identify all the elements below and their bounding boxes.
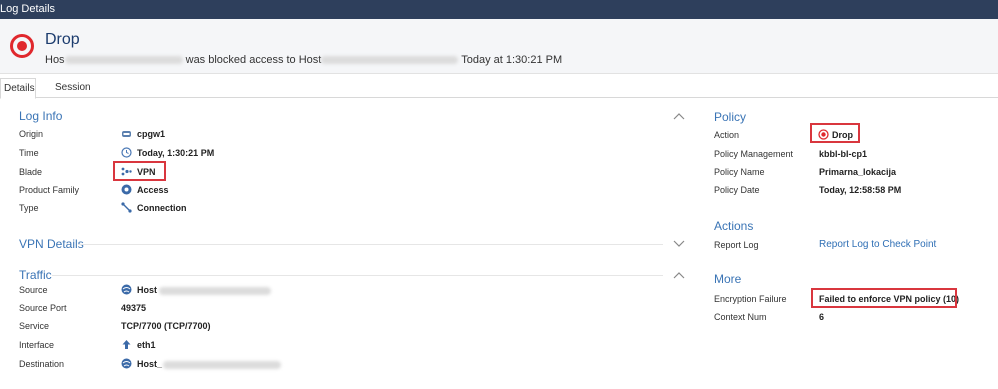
log-title: Drop — [45, 31, 80, 48]
section-divider — [52, 275, 663, 276]
tab-details[interactable]: Details — [0, 78, 36, 99]
log-info-label: Type — [19, 203, 39, 213]
chevron-down-icon[interactable] — [673, 240, 685, 248]
traffic-value: Host — [137, 285, 271, 295]
summary-prefix: Hos — [45, 54, 65, 66]
section-actions-title: Actions — [714, 219, 754, 233]
policy-value: Today, 12:58:58 PM — [819, 185, 902, 195]
policy-label: Action — [714, 130, 740, 140]
section-vpn-details-title: VPN Details — [19, 237, 84, 251]
report-log-link[interactable]: Report Log to Check Point — [819, 239, 936, 250]
more-value: 6 — [819, 312, 825, 322]
policy-label: Policy Management — [714, 149, 794, 159]
traffic-label: Source — [19, 285, 48, 295]
more-label: Context Num — [714, 312, 767, 322]
actions-label: Report Log — [714, 240, 759, 250]
connection-icon — [121, 202, 132, 213]
traffic-label: Interface — [19, 340, 55, 350]
clock-icon — [121, 147, 132, 158]
window-titlebar: Log Details — [0, 0, 998, 19]
section-more-title: More — [714, 272, 742, 286]
redacted-source — [64, 56, 183, 65]
traffic-label: Service — [19, 321, 50, 331]
log-info-value: Access — [137, 185, 169, 195]
log-info-label: Product Family — [19, 185, 80, 195]
action-highlight — [810, 123, 860, 143]
log-info-value: Connection — [137, 203, 187, 213]
interface-arrow-icon — [122, 340, 131, 349]
section-policy-title: Policy — [714, 110, 747, 124]
log-info-value: Today, 1:30:21 PM — [137, 148, 215, 158]
log-info-value: cpgw1 — [137, 129, 166, 139]
host-icon — [121, 358, 132, 369]
log-summary: Hos was blocked access to Host Today at … — [45, 54, 562, 66]
log-info-label: Time — [19, 148, 39, 158]
blade-highlight — [113, 161, 166, 181]
access-icon — [121, 184, 132, 195]
redacted-host — [163, 360, 282, 369]
summary-middle: was blocked access to Host — [185, 54, 322, 66]
redacted-host — [159, 286, 271, 295]
summary-suffix: Today at 1:30:21 PM — [461, 54, 563, 66]
section-traffic-title: Traffic — [19, 268, 52, 282]
traffic-value: 49375 — [121, 303, 147, 313]
host-icon — [121, 284, 132, 295]
chevron-up-icon[interactable] — [673, 271, 685, 279]
window-title: Log Details — [0, 3, 56, 15]
traffic-value: Host_ — [137, 359, 282, 369]
policy-label: Policy Name — [714, 167, 765, 177]
policy-value: kbbl-bl-cp1 — [819, 149, 868, 159]
policy-label: Policy Date — [714, 185, 760, 195]
traffic-label: Destination — [19, 359, 65, 369]
policy-value: Primarna_lokacija — [819, 167, 897, 177]
log-header: Drop Hos was blocked access to Host Toda… — [0, 19, 998, 74]
tab-session[interactable]: Session — [55, 78, 100, 98]
log-info-label: Blade — [19, 167, 43, 177]
log-info-label: Origin — [19, 129, 44, 139]
traffic-value: eth1 — [137, 340, 156, 350]
more-label: Encryption Failure — [714, 294, 787, 304]
encryption-failure-highlight — [811, 288, 957, 308]
drop-icon — [10, 34, 34, 58]
section-log-info-title: Log Info — [19, 109, 63, 123]
tab-bar: Details Session — [0, 78, 998, 99]
traffic-label: Source Port — [19, 303, 67, 313]
gateway-icon — [122, 131, 131, 137]
section-divider — [78, 244, 663, 245]
chevron-up-icon[interactable] — [673, 112, 685, 120]
redacted-destination — [321, 56, 459, 65]
traffic-value: TCP/7700 (TCP/7700) — [121, 321, 211, 331]
